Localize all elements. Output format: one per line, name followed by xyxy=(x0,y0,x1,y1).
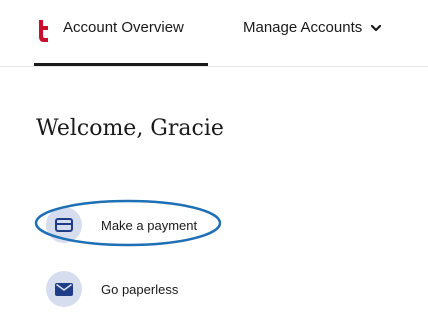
chevron-down-icon xyxy=(371,24,382,31)
active-tab-indicator xyxy=(34,63,208,66)
tab-manage-accounts-label: Manage Accounts xyxy=(243,19,363,36)
app-page: Account Overview Manage Accounts Welcome… xyxy=(0,0,428,321)
make-payment-label: Make a payment xyxy=(101,217,198,233)
welcome-heading: Welcome, Gracie xyxy=(36,116,224,141)
credit-card-icon xyxy=(55,218,73,232)
top-nav: Account Overview Manage Accounts xyxy=(0,0,428,67)
go-paperless-icon-circle xyxy=(46,271,82,307)
make-payment-icon-circle xyxy=(46,207,82,243)
tab-manage-accounts[interactable]: Manage Accounts xyxy=(243,19,382,36)
tab-account-overview-label: Account Overview xyxy=(63,19,184,36)
go-paperless-label: Go paperless xyxy=(101,281,179,297)
make-payment-button[interactable]: Make a payment xyxy=(46,207,197,243)
brand-logo-icon[interactable] xyxy=(36,20,50,42)
envelope-icon xyxy=(55,282,73,296)
go-paperless-button[interactable]: Go paperless xyxy=(46,271,178,307)
tab-account-overview[interactable]: Account Overview xyxy=(63,19,184,36)
